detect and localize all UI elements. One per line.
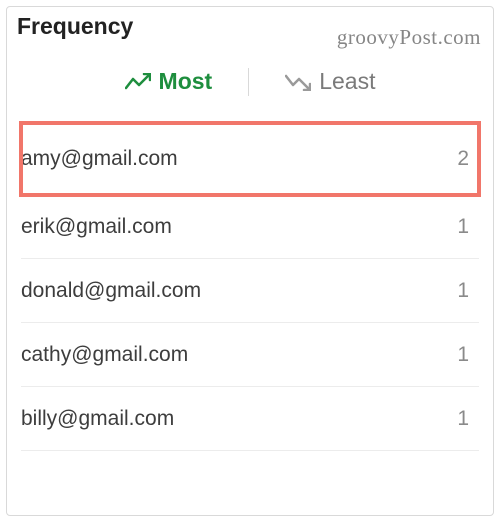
watermark: groovyPost.com	[337, 25, 481, 50]
email-cell: amy@gmail.com	[21, 147, 178, 171]
count-cell: 1	[457, 279, 479, 303]
list-row[interactable]: donald@gmail.com 1	[21, 259, 479, 323]
list: amy@gmail.com 2 erik@gmail.com 1 donald@…	[7, 123, 493, 451]
list-row[interactable]: cathy@gmail.com 1	[21, 323, 479, 387]
email-cell: erik@gmail.com	[21, 215, 172, 239]
email-cell: cathy@gmail.com	[21, 343, 188, 367]
count-cell: 1	[457, 215, 479, 239]
email-cell: donald@gmail.com	[21, 279, 201, 303]
list-row[interactable]: billy@gmail.com 1	[21, 387, 479, 451]
tab-most[interactable]: Most	[107, 64, 231, 99]
count-cell: 2	[457, 147, 479, 171]
email-cell: billy@gmail.com	[21, 407, 174, 431]
trend-down-icon	[285, 73, 311, 91]
tabs: Most Least	[7, 58, 493, 123]
list-row[interactable]: amy@gmail.com 2	[21, 123, 479, 195]
count-cell: 1	[457, 343, 479, 367]
list-row[interactable]: erik@gmail.com 1	[21, 195, 479, 259]
tab-label: Least	[319, 68, 375, 95]
tab-least[interactable]: Least	[267, 64, 393, 99]
tab-divider	[248, 68, 249, 96]
trend-up-icon	[125, 73, 151, 91]
count-cell: 1	[457, 407, 479, 431]
tab-label: Most	[159, 68, 213, 95]
frequency-card: groovyPost.com Frequency Most Least	[6, 6, 494, 516]
